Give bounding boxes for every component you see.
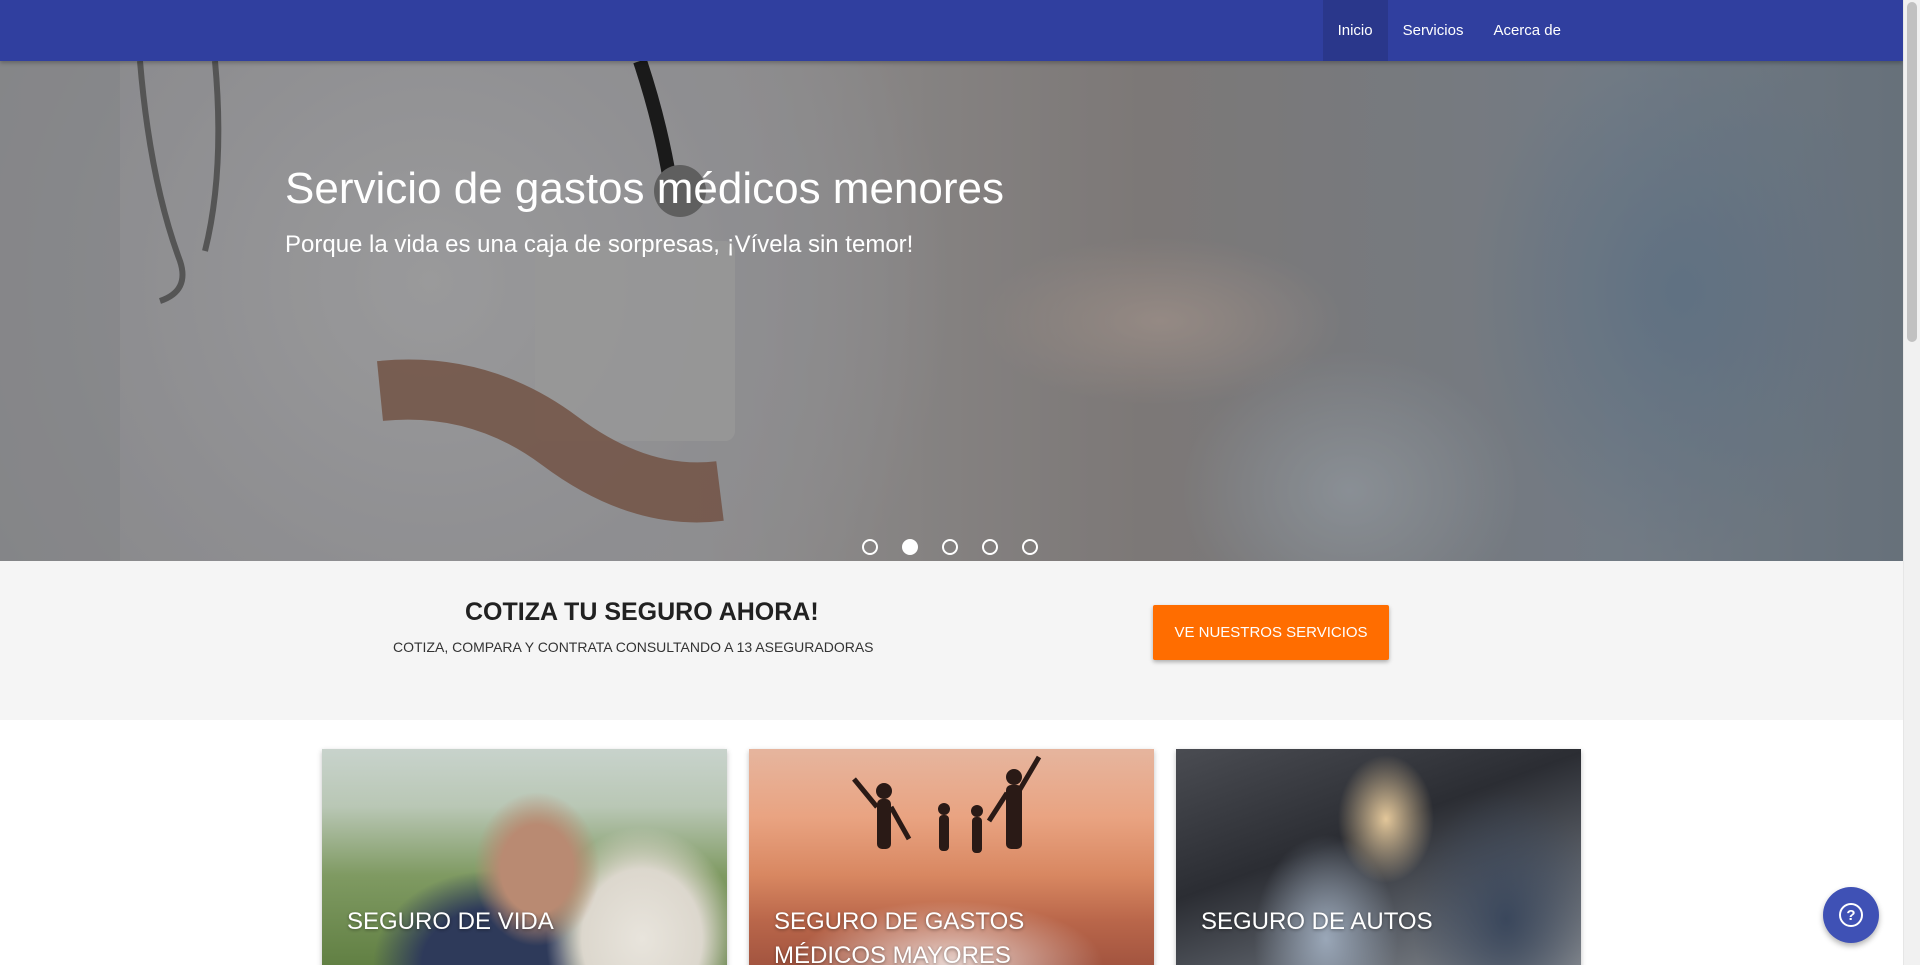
card-seguro-de-vida[interactable]: SEGURO DE VIDA — [322, 749, 727, 965]
top-app-bar: Inicio Servicios Acerca de — [0, 0, 1903, 61]
cta-subtitle: COTIZA, COMPARA Y CONTRATA CONSULTANDO A… — [393, 639, 874, 655]
carousel-dot-1[interactable] — [862, 539, 878, 555]
carousel-dot-5[interactable] — [1022, 539, 1038, 555]
card-gastos-medicos-mayores[interactable]: SEGURO DE GASTOS MÉDICOS MAYORES — [749, 749, 1154, 965]
hero-carousel: Servicio de gastos médicos menores Porqu… — [0, 61, 1903, 561]
card-title: SEGURO DE GASTOS MÉDICOS MAYORES — [774, 908, 1025, 965]
insurance-cards: SEGURO DE VIDA SEGURO DE GASTOS MÉDICOS … — [322, 749, 1582, 965]
card-title: SEGURO DE AUTOS — [1201, 908, 1433, 935]
hero-subtitle: Porque la vida es una caja de sorpresas,… — [285, 231, 914, 258]
help-button[interactable]: ? — [1823, 887, 1879, 943]
nav-item-acerca-de[interactable]: Acerca de — [1478, 0, 1576, 61]
cta-title: COTIZA TU SEGURO AHORA! — [465, 598, 819, 626]
page: Inicio Servicios Acerca de Servicio de g… — [0, 0, 1920, 965]
page-scrollbar[interactable] — [1903, 0, 1920, 965]
nav-item-inicio[interactable]: Inicio — [1322, 0, 1388, 61]
main-nav: Inicio Servicios Acerca de — [1322, 0, 1576, 61]
carousel-indicators — [862, 539, 1038, 555]
card-seguro-de-autos[interactable]: SEGURO DE AUTOS — [1176, 749, 1581, 965]
hero-title: Servicio de gastos médicos menores — [285, 164, 1004, 213]
carousel-dot-3[interactable] — [942, 539, 958, 555]
help-circle-icon: ? — [1839, 903, 1863, 927]
nav-item-servicios[interactable]: Servicios — [1388, 0, 1479, 61]
card-title: SEGURO DE VIDA — [347, 908, 554, 935]
services-button[interactable]: VE NUESTROS SERVICIOS — [1153, 605, 1389, 660]
carousel-dot-4[interactable] — [982, 539, 998, 555]
quote-cta-band: COTIZA TU SEGURO AHORA! COTIZA, COMPARA … — [0, 561, 1903, 720]
hero-overlay — [0, 61, 1903, 561]
scrollbar-thumb[interactable] — [1907, 2, 1917, 342]
carousel-dot-2[interactable] — [902, 539, 918, 555]
